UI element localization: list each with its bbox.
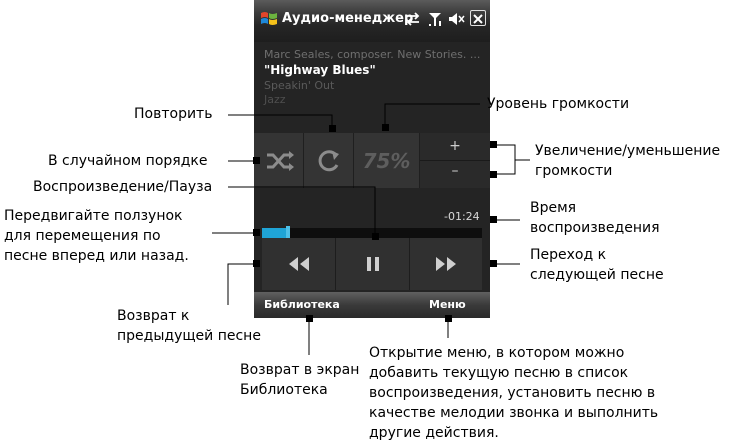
marker-play-pause: [372, 233, 379, 240]
marker-menu: [445, 315, 452, 322]
marker-shuffle: [253, 157, 260, 164]
marker-volume-up: [490, 141, 497, 148]
marker-time: [490, 216, 497, 223]
marker-seek: [253, 229, 260, 236]
marker-volume-down: [490, 171, 497, 178]
callout-play-pause: Воспроизведение/Пауза: [33, 179, 213, 195]
marker-repeat: [329, 125, 336, 132]
callout-shuffle: В случайном порядке: [48, 153, 208, 169]
marker-prev: [253, 260, 260, 267]
callout-seek: Передвигайте ползунок для перемещения по п…: [4, 208, 189, 264]
callout-playback-time: Время воспроизведения: [530, 200, 660, 236]
callout-volume-level: Уровень громкости: [487, 96, 630, 112]
marker-library: [306, 315, 313, 322]
marker-next: [490, 260, 497, 267]
callout-library: Возврат в экран Библиотека: [240, 362, 360, 398]
callout-menu: Открытие меню, в котором можно добавить т…: [369, 345, 659, 441]
marker-volume-level: [382, 124, 389, 131]
callout-next-song: Переход к следующей песне: [530, 247, 664, 283]
callout-volume-change: Увеличение/уменьшение громкости: [535, 143, 721, 179]
callout-repeat: Повторить: [134, 106, 213, 122]
callout-prev-song: Возврат к предыдущей песне: [117, 308, 261, 344]
